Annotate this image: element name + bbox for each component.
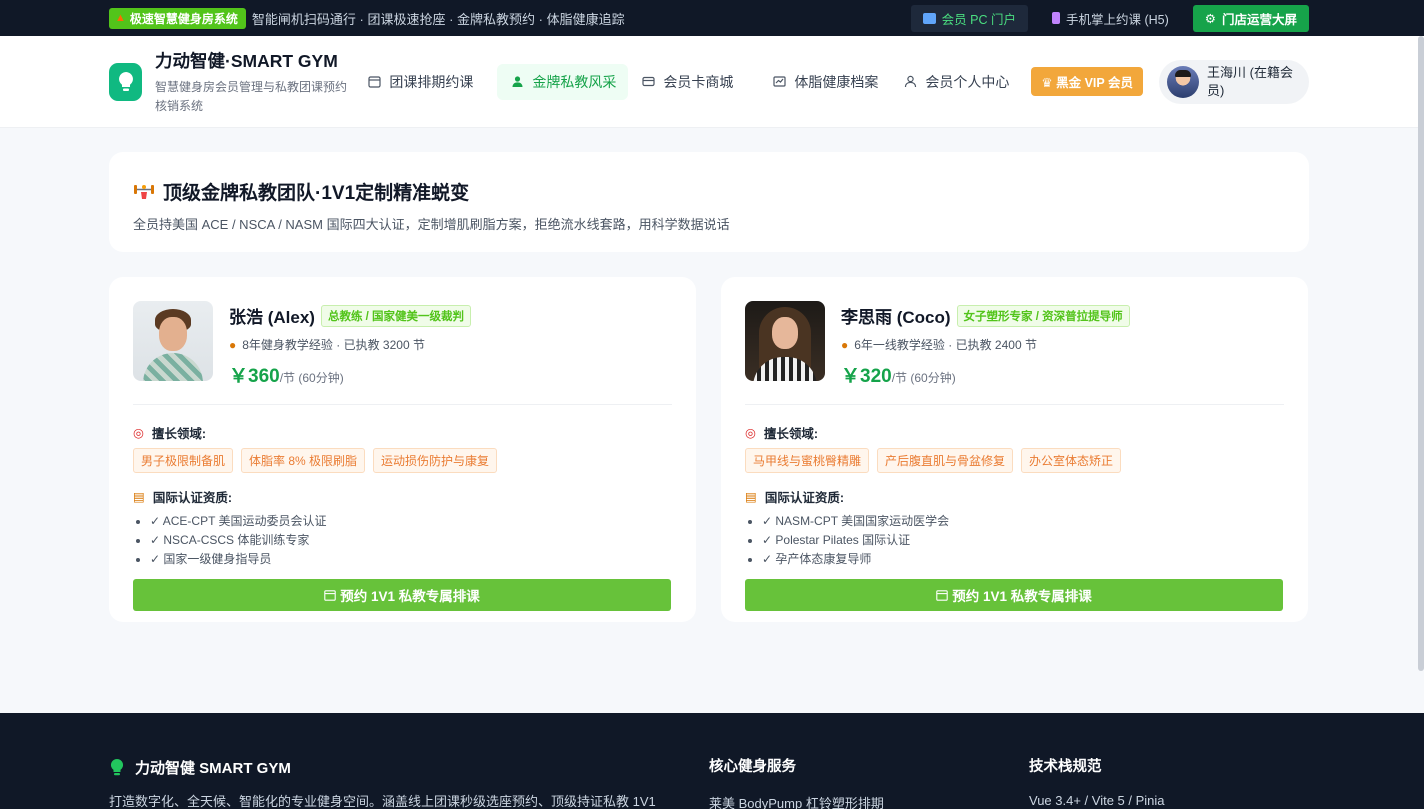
medal-icon: ● [229,337,237,352]
coach-title-badge: 总教练 / 国家健美一级裁判 [320,304,472,327]
coach-experience: 6年一线教学经验 · 已执教 2400 节 [854,338,1037,352]
brand-title: 力动智健·SMART GYM [155,50,338,71]
coach-name: 李思雨 (Coco) [841,308,951,327]
nav-body-fat-records[interactable]: 体脂健康档案 [771,64,890,100]
nav-private-coach[interactable]: 金牌私教风采 [497,63,629,100]
person-icon [905,75,917,87]
specialty-tag: 产后腹直肌与骨盆修复 [877,448,1014,473]
top-announcement-bar: ▲ 极速智慧健身房系统 智能闸机扫码通行 · 团课极速抢座 · 金牌私教预约 ·… [0,0,1424,36]
specialty-tag: 马甲线与蜜桃臀精雕 [745,448,870,473]
gear-icon: ⚙ [1204,11,1216,26]
cert-item: ✓ 孕产体态康复导师 [762,550,1284,569]
store-dashboard-label: 门店运营大屏 [1221,12,1297,27]
coach-photo [745,301,825,381]
user-profile-chip[interactable]: 王海川 (在籍会员) [1159,59,1309,104]
brand-subtitle: 智慧健身房会员管理与私教团课预约核销系统 [155,79,348,113]
calendar-icon [368,75,382,88]
cert-item: ✓ ACE-CPT 美国运动委员会认证 [150,512,672,531]
specialty-title: 擅长领域: [151,427,207,441]
coach-price-unit: /节 (60分钟) [891,371,956,385]
feature-ticker: 智能闸机扫码通行 · 团课极速抢座 · 金牌私教预约 · 体脂健康追踪 [251,11,625,27]
book-coach-button[interactable]: 预约 1V1 私教专属排课 [133,579,671,611]
system-tag-label: 极速智慧健身房系统 [129,11,238,26]
cert-item: ✓ 国家一级健身指导员 [150,550,672,569]
coach-price: ￥320 [841,366,892,387]
coach-name: 张浩 (Alex) [229,308,315,327]
coach-experience: 8年健身教学经验 · 已执教 3200 节 [242,338,425,352]
lightbulb-icon [110,758,124,776]
footer-service-link[interactable]: 莱美 BodyPump 杠铃塑形排期 [709,793,884,809]
vip-badge[interactable]: ♛ 黑金 VIP 会员 [1031,67,1143,96]
card-icon [642,76,656,86]
cert-item: ✓ Polestar Pilates 国际认证 [762,531,1284,550]
coach-price: ￥360 [229,366,280,387]
nav-membership-store-label: 会员卡商城 [663,73,734,90]
avatar [1167,65,1199,98]
hero-title: 顶级金牌私教团队·1V1定制精准蜕变 [163,183,470,204]
weightlifter-icon [134,184,154,199]
cert-item: ✓ NASM-CPT 美国国家运动医学会 [762,512,1284,531]
cert-item: ✓ NSCA-CSCS 体能训练专家 [150,531,672,550]
chart-icon [773,75,787,87]
phone-icon [1051,12,1060,24]
scroll-icon: ▤ [133,490,145,504]
coach-price-unit: /节 (60分钟) [279,371,344,385]
nav-private-coach-label: 金牌私教风采 [532,73,617,90]
specialty-tag: 运动损伤防护与康复 [373,448,498,473]
system-tag: ▲ 极速智慧健身房系统 [109,7,246,29]
book-coach-label: 预约 1V1 私教专属排课 [952,589,1092,604]
target-icon: ◎ [133,426,144,440]
h5-booking-link[interactable]: 手机掌上约课 (H5) [1040,5,1181,32]
pc-portal-label: 会员 PC 门户 [941,12,1016,27]
footer-services-title: 核心健身服务 [709,759,796,775]
user-icon [512,75,523,87]
coach-card: 张浩 (Alex) 总教练 / 国家健美一级裁判 ● 8年健身教学经验 · 已执… [109,277,696,622]
nav-member-center[interactable]: 会员个人中心 [902,64,1021,100]
footer-brand: 力动智健 SMART GYM [135,760,291,777]
book-coach-button[interactable]: 预约 1V1 私教专属排课 [745,579,1283,611]
coach-title-badge: 女子塑形专家 / 资深普拉提导师 [956,304,1130,327]
coach-photo [133,301,213,381]
medal-icon: ● [841,337,849,352]
book-coach-label: 预约 1V1 私教专属排课 [340,589,480,604]
nav-membership-store[interactable]: 会员卡商城 [640,64,759,100]
target-icon: ◎ [745,426,756,440]
vip-badge-label: 黑金 VIP 会员 [1056,76,1133,90]
main-nav: 团课排期约课 金牌私教风采 会员卡商城 体脂健康档案 会员个人中心 [366,63,1021,100]
footer-description: 打造数字化、全天候、智能化的专业健身空间。涵盖线上团课秒级选座预约、顶级持证私教… [109,794,656,809]
cert-list: ✓ NASM-CPT 美国国家运动医学会 ✓ Polestar Pilates … [745,512,1284,569]
cert-title: 国际认证资质: [764,491,844,505]
fire-icon: ▲ [115,12,126,24]
nav-group-class[interactable]: 团课排期约课 [366,64,485,100]
hero-subtitle: 全员持美国 ACE / NSCA / NASM 国际四大认证，定制增肌刷脂方案，… [133,217,730,232]
crown-icon: ♛ [1041,76,1053,90]
specialty-tag: 男子极限制备肌 [133,448,234,473]
site-footer: 力动智健 SMART GYM 打造数字化、全天候、智能化的专业健身空间。涵盖线上… [0,713,1424,809]
calendar-icon [936,590,948,601]
calendar-icon [324,590,336,601]
nav-group-class-label: 团课排期约课 [389,73,474,90]
specialty-tag: 体脂率 8% 极限刷脂 [241,448,366,473]
nav-body-fat-records-label: 体脂健康档案 [794,73,879,90]
coach-card: 李思雨 (Coco) 女子塑形专家 / 资深普拉提导师 ● 6年一线教学经验 ·… [721,277,1308,622]
store-dashboard-button[interactable]: ⚙ 门店运营大屏 [1192,4,1309,32]
pc-portal-button[interactable]: 会员 PC 门户 [910,4,1028,32]
lightbulb-icon [118,71,133,91]
specialty-title: 擅长领域: [763,427,819,441]
footer-tech-link[interactable]: Vue 3.4+ / Vite 5 / Pinia [1029,793,1165,808]
specialty-tag: 办公室体态矫正 [1021,448,1122,473]
nav-member-center-label: 会员个人中心 [925,73,1010,90]
user-name: 王海川 (在籍会员) [1207,64,1293,98]
cert-list: ✓ ACE-CPT 美国运动委员会认证 ✓ NSCA-CSCS 体能训练专家 ✓… [133,512,672,569]
footer-tech-title: 技术栈规范 [1029,759,1102,775]
laptop-icon [922,12,936,24]
brand-logo[interactable] [109,62,142,101]
h5-booking-label: 手机掌上约课 (H5) [1065,12,1169,27]
main-header: 力动智健·SMART GYM 智慧健身房会员管理与私教团课预约核销系统 团课排期… [0,36,1424,128]
coach-hero-section: 顶级金牌私教团队·1V1定制精准蜕变 全员持美国 ACE / NSCA / NA… [109,152,1309,252]
cert-title: 国际认证资质: [152,491,232,505]
scroll-icon: ▤ [745,490,757,504]
page-scrollbar[interactable] [1418,36,1424,671]
